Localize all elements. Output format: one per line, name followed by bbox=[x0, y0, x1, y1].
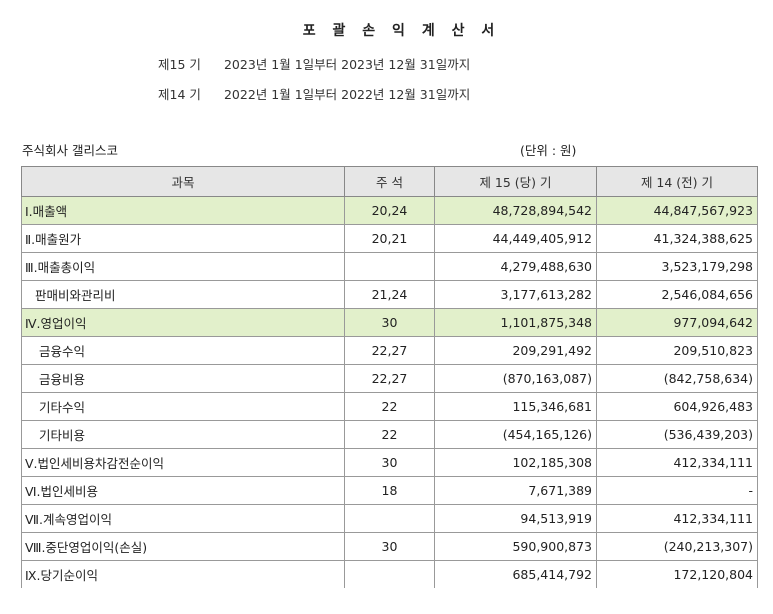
row-previous: 2,546,084,656 bbox=[596, 280, 758, 309]
row-previous: 3,523,179,298 bbox=[596, 252, 758, 281]
header-note: 주 석 bbox=[344, 166, 435, 197]
row-previous: 412,334,111 bbox=[596, 448, 758, 477]
row-previous: 412,334,111 bbox=[596, 504, 758, 533]
table-row: Ⅴ.법인세비용차감전순이익 30 102,185,308 412,334,111 bbox=[21, 448, 758, 477]
table-row: Ⅸ.당기순이익 685,414,792 172,120,804 bbox=[21, 560, 758, 588]
row-note: 22 bbox=[344, 420, 435, 449]
row-current: 115,346,681 bbox=[434, 392, 597, 421]
row-item: Ⅷ.중단영업이익(손실) bbox=[21, 532, 345, 561]
row-item: Ⅲ.매출총이익 bbox=[21, 252, 345, 281]
period-range: 2023년 1월 1일부터 2023년 12월 31일까지 bbox=[223, 57, 471, 72]
row-item: 금융수익 bbox=[21, 336, 345, 365]
row-item: Ⅵ.법인세비용 bbox=[21, 476, 345, 505]
table-row: 금융수익 22,27 209,291,492 209,510,823 bbox=[21, 336, 758, 365]
row-previous: (240,213,307) bbox=[596, 532, 758, 561]
period-range: 2022년 1월 1일부터 2022년 12월 31일까지 bbox=[223, 87, 471, 102]
header-item: 과목 bbox=[21, 166, 345, 197]
row-current: (454,165,126) bbox=[434, 420, 597, 449]
row-note: 22 bbox=[344, 392, 435, 421]
period-label: 제14 기 bbox=[158, 87, 201, 102]
row-item: Ⅸ.당기순이익 bbox=[21, 560, 345, 588]
period-line-current: 제15 기 2023년 1월 1일부터 2023년 12월 31일까지 bbox=[158, 54, 470, 73]
row-current: 1,101,875,348 bbox=[434, 308, 597, 337]
row-note: 20,21 bbox=[344, 224, 435, 253]
row-note bbox=[344, 560, 435, 588]
row-previous: - bbox=[596, 476, 758, 505]
table-row: Ⅱ.매출원가 20,21 44,449,405,912 41,324,388,6… bbox=[21, 224, 758, 253]
table-row: Ⅷ.중단영업이익(손실) 30 590,900,873 (240,213,307… bbox=[21, 532, 758, 561]
row-current: 48,728,894,542 bbox=[434, 196, 597, 225]
table-row: Ⅲ.매출총이익 4,279,488,630 3,523,179,298 bbox=[21, 252, 758, 281]
row-note: 30 bbox=[344, 448, 435, 477]
row-previous: 604,926,483 bbox=[596, 392, 758, 421]
table-header-row: 과목 주 석 제 15 (당) 기 제 14 (전) 기 bbox=[21, 166, 758, 197]
row-item: Ⅰ.매출액 bbox=[21, 196, 345, 225]
row-previous: (842,758,634) bbox=[596, 364, 758, 393]
row-current: 94,513,919 bbox=[434, 504, 597, 533]
row-current: 685,414,792 bbox=[434, 560, 597, 588]
table-row: Ⅳ.영업이익 30 1,101,875,348 977,094,642 bbox=[21, 308, 758, 337]
period-label: 제15 기 bbox=[158, 57, 201, 72]
row-item: 금융비용 bbox=[21, 364, 345, 393]
table-row: Ⅶ.계속영업이익 94,513,919 412,334,111 bbox=[21, 504, 758, 533]
row-note: 30 bbox=[344, 532, 435, 561]
row-item: Ⅴ.법인세비용차감전순이익 bbox=[21, 448, 345, 477]
header-previous-period: 제 14 (전) 기 bbox=[596, 166, 758, 197]
document-title: 포 괄 손 익 계 산 서 bbox=[302, 23, 501, 39]
row-previous: 209,510,823 bbox=[596, 336, 758, 365]
table-row: 기타수익 22 115,346,681 604,926,483 bbox=[21, 392, 758, 421]
table-row: 기타비용 22 (454,165,126) (536,439,203) bbox=[21, 420, 758, 449]
row-current: 209,291,492 bbox=[434, 336, 597, 365]
row-note: 18 bbox=[344, 476, 435, 505]
row-current: 7,671,389 bbox=[434, 476, 597, 505]
table-row: Ⅰ.매출액 20,24 48,728,894,542 44,847,567,92… bbox=[21, 196, 758, 225]
unit-label: (단위 : 원) bbox=[520, 143, 577, 158]
row-note: 22,27 bbox=[344, 336, 435, 365]
row-item: Ⅶ.계속영업이익 bbox=[21, 504, 345, 533]
row-previous: (536,439,203) bbox=[596, 420, 758, 449]
row-note: 20,24 bbox=[344, 196, 435, 225]
table-row: 판매비와관리비 21,24 3,177,613,282 2,546,084,65… bbox=[21, 280, 758, 309]
row-item: Ⅳ.영업이익 bbox=[21, 308, 345, 337]
row-previous: 977,094,642 bbox=[596, 308, 758, 337]
row-current: 102,185,308 bbox=[434, 448, 597, 477]
period-line-previous: 제14 기 2022년 1월 1일부터 2022년 12월 31일까지 bbox=[158, 84, 470, 103]
row-note: 30 bbox=[344, 308, 435, 337]
row-current: 44,449,405,912 bbox=[434, 224, 597, 253]
row-item: 기타비용 bbox=[21, 420, 345, 449]
row-current: 3,177,613,282 bbox=[434, 280, 597, 309]
table-row: 금융비용 22,27 (870,163,087) (842,758,634) bbox=[21, 364, 758, 393]
row-note bbox=[344, 504, 435, 533]
header-current-period: 제 15 (당) 기 bbox=[434, 166, 597, 197]
row-item: 기타수익 bbox=[21, 392, 345, 421]
row-note bbox=[344, 252, 435, 281]
row-note: 21,24 bbox=[344, 280, 435, 309]
income-statement-table: 과목 주 석 제 15 (당) 기 제 14 (전) 기 Ⅰ.매출액 20,24… bbox=[21, 166, 758, 588]
row-previous: 44,847,567,923 bbox=[596, 196, 758, 225]
table-row: Ⅵ.법인세비용 18 7,671,389 - bbox=[21, 476, 758, 505]
row-previous: 172,120,804 bbox=[596, 560, 758, 588]
row-item: 판매비와관리비 bbox=[21, 280, 345, 309]
row-current: 4,279,488,630 bbox=[434, 252, 597, 281]
row-note: 22,27 bbox=[344, 364, 435, 393]
row-item: Ⅱ.매출원가 bbox=[21, 224, 345, 253]
company-name: 주식회사 갤리스코 bbox=[22, 143, 118, 158]
row-current: 590,900,873 bbox=[434, 532, 597, 561]
row-current: (870,163,087) bbox=[434, 364, 597, 393]
row-previous: 41,324,388,625 bbox=[596, 224, 758, 253]
